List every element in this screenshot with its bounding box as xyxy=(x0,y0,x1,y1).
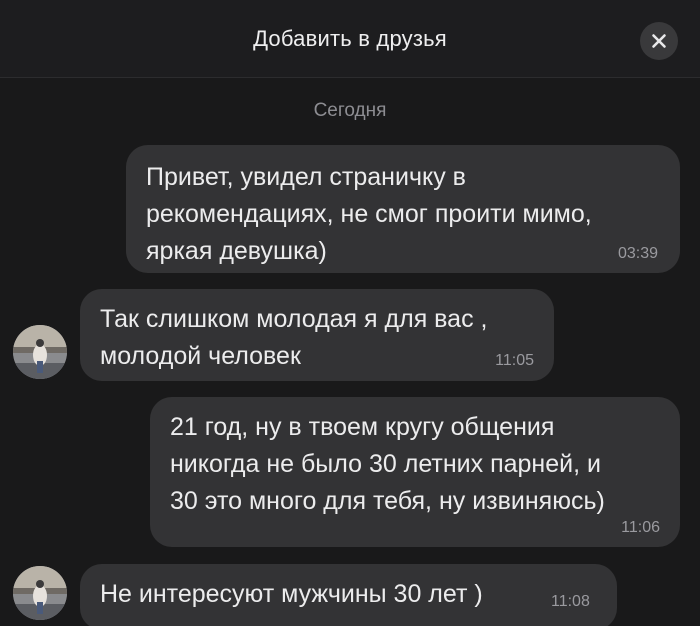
message-time: 11:06 xyxy=(621,519,660,536)
message-text: Так слишком молодая я для вас , молодой … xyxy=(100,305,488,370)
header-title: Добавить в друзья xyxy=(253,26,447,51)
message-time: 11:05 xyxy=(495,352,534,369)
close-icon xyxy=(652,34,666,48)
message-time: 03:39 xyxy=(617,245,658,262)
message-bubble-incoming[interactable]: Так слишком молодая я для вас , молодой … xyxy=(80,289,554,381)
message-bubble-outgoing[interactable]: Привет, увидел страничку в рекомендациях… xyxy=(126,145,680,273)
message-bubble-outgoing[interactable]: 21 год, ну в твоем кругу общения никогда… xyxy=(150,397,680,547)
message-text: Не интересуют мужчины 30 лет ) xyxy=(100,580,483,608)
chat-window: Добавить в друзья Сегодня Привет, увидел… xyxy=(0,0,700,626)
avatar[interactable] xyxy=(13,566,67,620)
message-bubble-incoming[interactable]: Не интересуют мужчины 30 лет ) 11:08 xyxy=(80,564,617,626)
close-button[interactable] xyxy=(640,22,678,60)
date-separator: Сегодня xyxy=(313,100,387,121)
message-text: 21 год, ну в твоем кругу общения никогда… xyxy=(170,413,605,515)
chat-header: Добавить в друзья xyxy=(0,0,700,78)
message-text: Привет, увидел страничку в рекомендациях… xyxy=(146,163,592,265)
avatar[interactable] xyxy=(13,325,67,379)
message-time: 11:08 xyxy=(551,593,590,610)
